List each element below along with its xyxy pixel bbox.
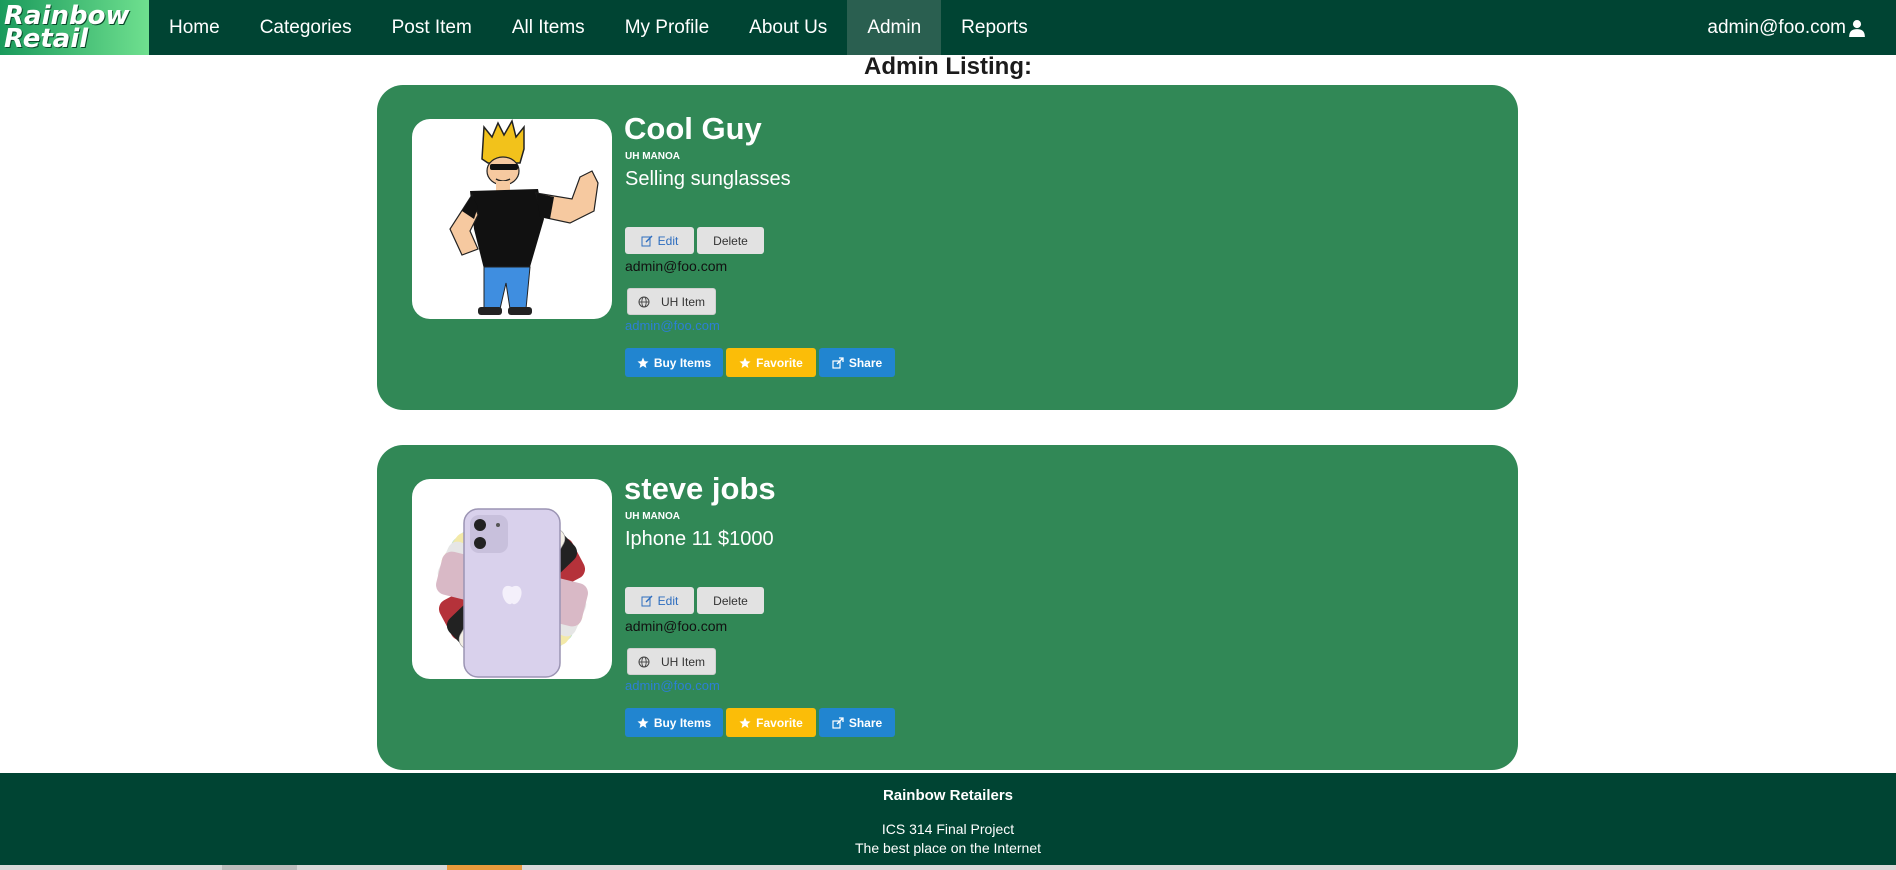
- star-icon: [637, 357, 649, 368]
- scrollbar-thumb[interactable]: [222, 865, 297, 870]
- favorite-button[interactable]: Favorite: [726, 708, 816, 737]
- user-menu[interactable]: admin@foo.com: [1707, 0, 1866, 55]
- buy-items-label: Buy Items: [653, 715, 712, 730]
- share-label: Share: [848, 715, 883, 730]
- edit-icon: [641, 595, 653, 606]
- favorite-button[interactable]: Favorite: [726, 348, 816, 377]
- user-email: admin@foo.com: [1707, 17, 1846, 38]
- delete-label: Delete: [713, 233, 748, 248]
- star-icon: [637, 717, 649, 728]
- buy-items-button[interactable]: Buy Items: [625, 708, 723, 737]
- footer-line-2: The best place on the Internet: [854, 840, 1041, 856]
- globe-icon: [638, 296, 650, 307]
- listing-image: [412, 119, 612, 319]
- star-icon: [739, 357, 751, 368]
- nav-item-categories[interactable]: Categories: [240, 0, 372, 55]
- share-icon: [832, 356, 844, 369]
- favorite-label: Favorite: [756, 715, 803, 730]
- delete-button[interactable]: Delete: [697, 587, 764, 614]
- nav-item-home[interactable]: Home: [149, 0, 240, 55]
- star-icon: [739, 717, 751, 728]
- listing-school: UH MANOA: [625, 151, 680, 162]
- listing-image: [412, 479, 612, 679]
- user-icon: [1849, 19, 1865, 37]
- delete-button[interactable]: Delete: [697, 227, 764, 254]
- page-footer: Rainbow Retailers ICS 314 Final Project …: [0, 773, 1896, 870]
- listing-card: steve jobs UH MANOA Iphone 11 $1000 Edit…: [377, 445, 1518, 770]
- cartoon-muscle-man-image: [449, 119, 599, 315]
- footer-line-1: ICS 314 Final Project: [881, 821, 1015, 837]
- edit-button[interactable]: Edit: [625, 587, 694, 614]
- delete-label: Delete: [713, 593, 748, 608]
- nav-item-all-items[interactable]: All Items: [492, 0, 605, 55]
- listing-name: steve jobs: [624, 471, 776, 506]
- uh-item-button[interactable]: UH Item: [627, 288, 716, 315]
- logo-text-line2: Retail: [4, 24, 89, 54]
- contact-link[interactable]: admin@foo.com: [625, 678, 720, 693]
- listing-owner: admin@foo.com: [625, 258, 728, 274]
- iphone-11-colors-image: [436, 508, 588, 678]
- uh-item-label: UH Item: [660, 294, 705, 309]
- listing-owner: admin@foo.com: [625, 618, 728, 634]
- share-icon: [832, 716, 844, 729]
- buy-items-label: Buy Items: [653, 355, 712, 370]
- rainbow-retail-logo[interactable]: Rainbow Retail: [0, 0, 149, 55]
- top-navbar: Rainbow Retail Home Categories Post Item…: [0, 0, 1896, 55]
- edit-label: Edit: [657, 593, 679, 608]
- contact-link[interactable]: admin@foo.com: [625, 318, 720, 333]
- edit-button[interactable]: Edit: [625, 227, 694, 254]
- uh-item-label: UH Item: [660, 654, 705, 669]
- nav-item-admin[interactable]: Admin: [847, 0, 942, 55]
- listing-card: Cool Guy UH MANOA Selling sunglasses Edi…: [377, 85, 1518, 410]
- page-title: Admin Listing:: [864, 53, 1032, 80]
- share-button[interactable]: Share: [819, 708, 895, 737]
- buy-items-button[interactable]: Buy Items: [625, 348, 723, 377]
- edit-label: Edit: [657, 233, 679, 248]
- nav-item-about-us[interactable]: About Us: [729, 0, 847, 55]
- nav-item-my-profile[interactable]: My Profile: [605, 0, 729, 55]
- edit-icon: [641, 235, 653, 246]
- nav-menu: Home Categories Post Item All Items My P…: [149, 0, 1048, 55]
- favorite-label: Favorite: [756, 355, 803, 370]
- listing-description: Selling sunglasses: [625, 168, 791, 190]
- horizontal-scrollbar[interactable]: [0, 865, 1896, 870]
- footer-title: Rainbow Retailers: [882, 787, 1014, 804]
- listing-description: Iphone 11 $1000: [625, 528, 774, 550]
- share-button[interactable]: Share: [819, 348, 895, 377]
- scrollbar-marker: [447, 865, 522, 870]
- share-label: Share: [848, 355, 883, 370]
- uh-item-button[interactable]: UH Item: [627, 648, 716, 675]
- listing-school: UH MANOA: [625, 511, 680, 522]
- globe-icon: [638, 656, 650, 667]
- nav-item-reports[interactable]: Reports: [941, 0, 1048, 55]
- nav-item-post-item[interactable]: Post Item: [372, 0, 492, 55]
- listing-name: Cool Guy: [624, 111, 762, 146]
